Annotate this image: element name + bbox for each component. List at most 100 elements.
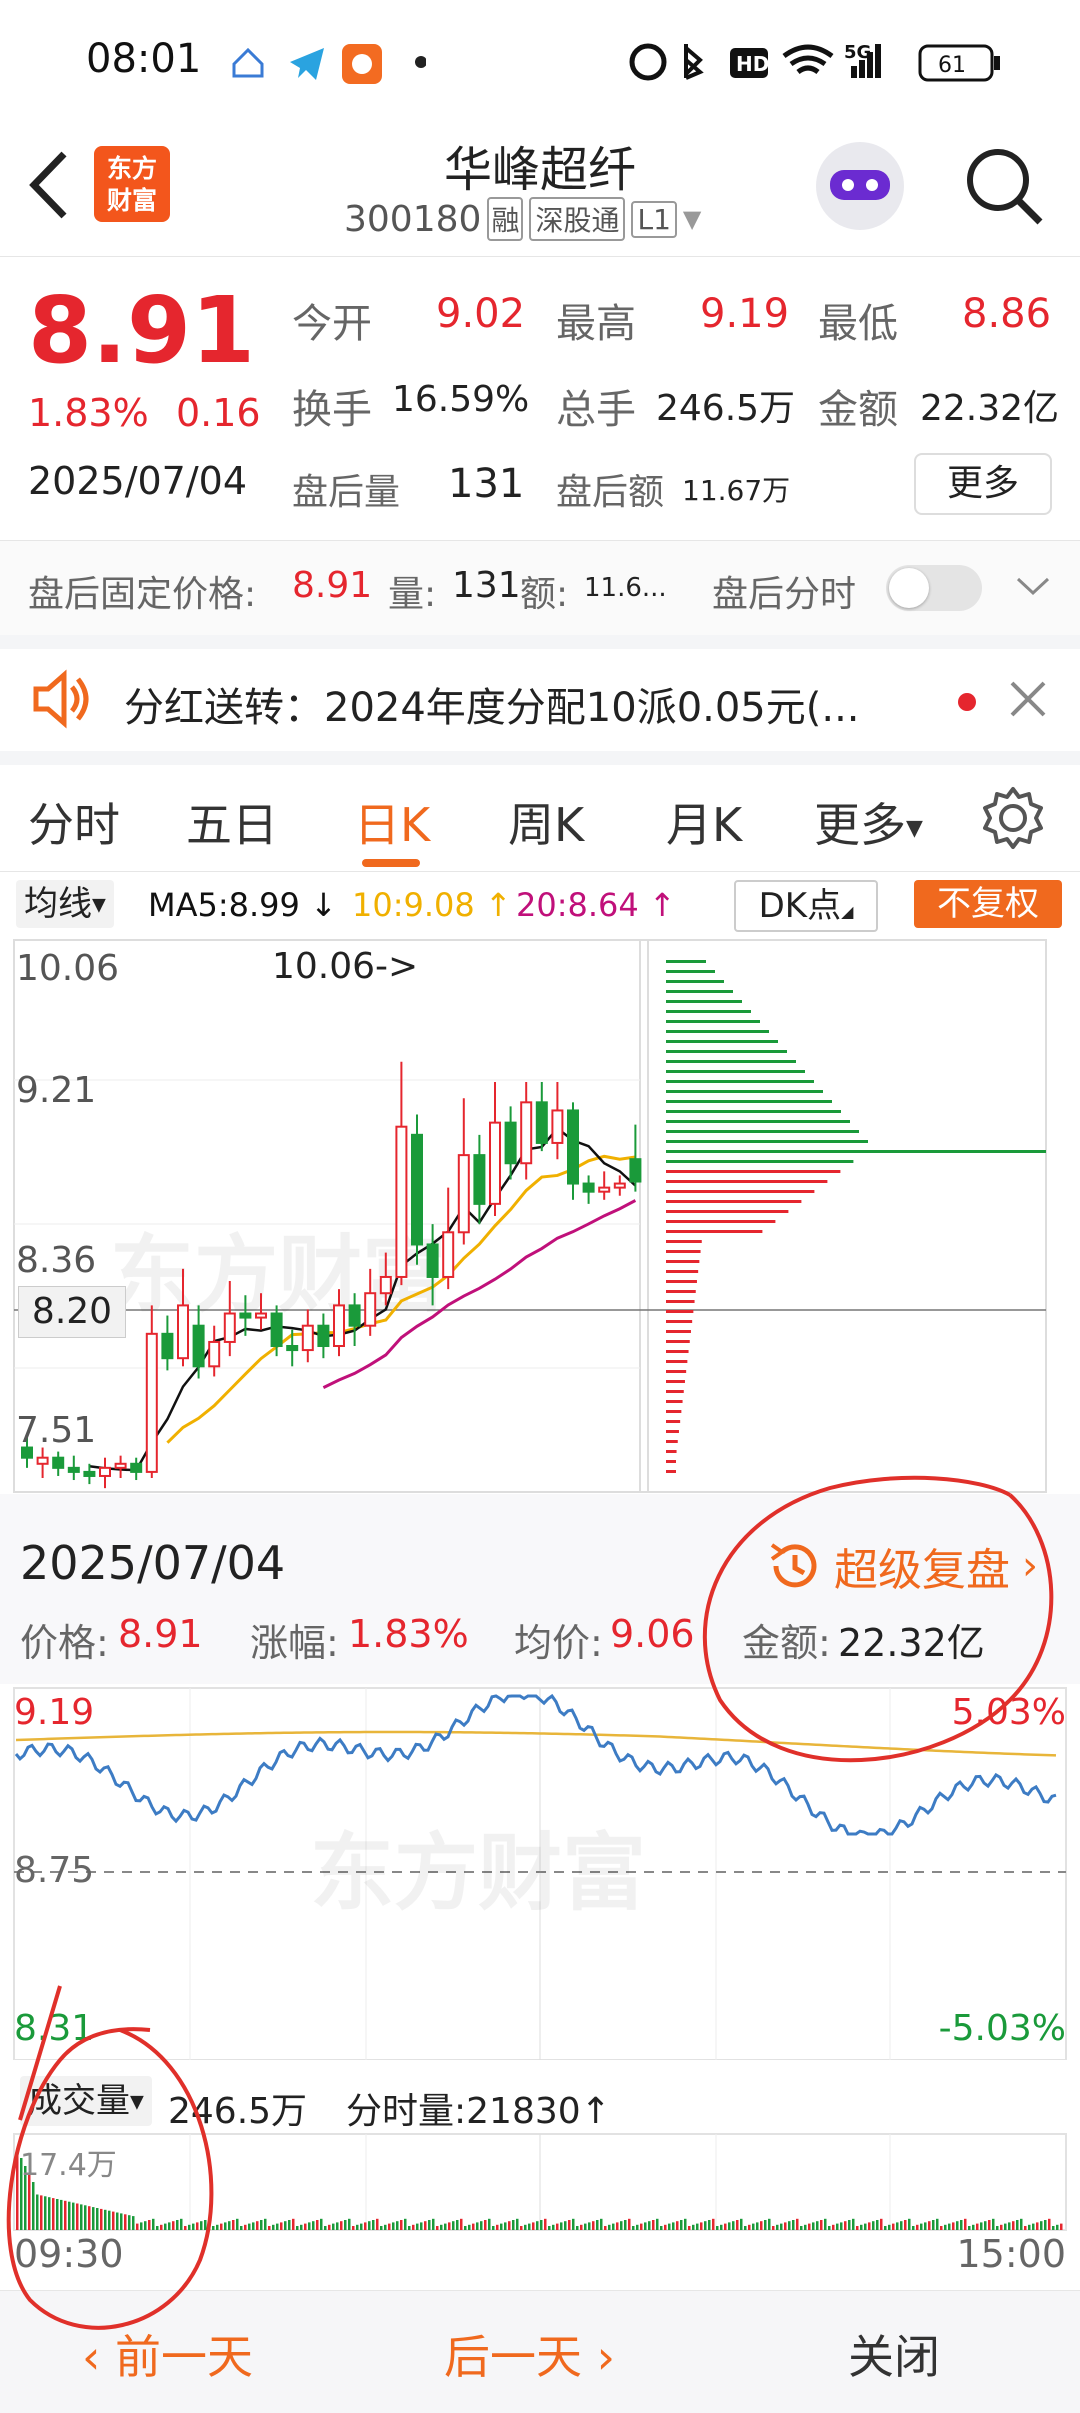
volume-bar (860, 2224, 863, 2230)
candle-body (457, 1154, 470, 1234)
tab-timeshare[interactable]: 分时 (28, 789, 120, 855)
volume-bar (300, 2224, 303, 2230)
volume-bar (996, 2226, 999, 2230)
dk-point-button[interactable]: DK点◢ (734, 880, 878, 932)
volume-bar (804, 2224, 807, 2230)
volume-profile-bar (666, 1160, 854, 1163)
volume-bar (544, 2218, 547, 2230)
volume-bar (940, 2226, 943, 2230)
more-button[interactable]: 更多 (914, 453, 1052, 515)
dividend-notice[interactable]: 分红送转：2024年度分配10派0.05元(... (0, 649, 1080, 751)
volume-bar (416, 2223, 419, 2230)
volume-bar (288, 2220, 291, 2230)
volume-bar (1044, 2220, 1047, 2230)
candle-body (348, 1304, 361, 1327)
super-review-button[interactable]: 超级复盘 › (764, 1534, 1038, 1598)
open-value: 9.02 (436, 291, 526, 337)
volume-profile-bar (666, 1180, 828, 1183)
volume-bar (136, 2223, 139, 2230)
ma10-text: 10:9.08 (352, 886, 475, 924)
volume-bar (616, 2222, 619, 2230)
tab-monthly-k[interactable]: 月K (666, 789, 742, 855)
candle-body (36, 1456, 49, 1465)
volume-bar (944, 2224, 947, 2230)
volume-bar (460, 2218, 463, 2230)
volume-bar (892, 2223, 895, 2230)
volume-profile-bar (666, 1090, 823, 1093)
settings-gear-icon[interactable] (980, 785, 1046, 851)
volume-profile-bar (666, 970, 715, 973)
candle-body (551, 1109, 564, 1144)
search-icon[interactable] (962, 144, 1048, 230)
volume-bar (152, 2218, 155, 2230)
candle-body (223, 1312, 236, 1343)
open-label: 今开 (292, 301, 372, 347)
volume-bar (292, 2218, 295, 2230)
time-end: 15:00 (956, 2232, 1066, 2276)
volume-selector[interactable]: 成交量▼ (20, 2076, 152, 2126)
candle-body (52, 1456, 65, 1469)
robot-assistant-icon[interactable] (810, 136, 910, 236)
close-button[interactable]: 关闭 (848, 2321, 940, 2387)
tab-more[interactable]: 更多▼ (814, 789, 923, 855)
volume-bar (664, 2224, 667, 2230)
tab-weekly-k[interactable]: 周K (508, 789, 584, 855)
volume-bar (704, 2221, 707, 2230)
next-day-button[interactable]: 后一天 › (444, 2321, 615, 2387)
stock-code-row[interactable]: 300180 融 深股通 L1 ▼ (344, 196, 701, 242)
chevron-left-icon: ‹ (82, 2330, 116, 2384)
candle-body (567, 1109, 579, 1185)
after-hours-toggle[interactable] (886, 565, 982, 611)
volume-bar (1000, 2224, 1003, 2230)
chevron-down-icon[interactable] (1016, 575, 1050, 597)
connect-tag: 深股通 (529, 197, 626, 241)
volume-bar (752, 2223, 755, 2230)
candle-body (301, 1324, 314, 1352)
volume-bar (540, 2220, 543, 2230)
tab-five-day[interactable]: 五日 (186, 789, 278, 855)
detail-amount-label: 金额: (742, 1621, 831, 1665)
volume-bar (932, 2220, 935, 2230)
volume-bar (452, 2221, 455, 2230)
volume-bar (528, 2223, 531, 2230)
prev-day-button[interactable]: ‹ 前一天 (82, 2321, 253, 2387)
volume-bar (308, 2222, 311, 2230)
kline-svg: 东方财富 (13, 939, 1047, 1493)
dk-point-label: DK点 (758, 886, 842, 926)
intraday-top-pct: 5.03% (951, 1692, 1066, 1733)
volume-bar (696, 2223, 699, 2230)
volume-bar (364, 2222, 367, 2230)
volume-bar (204, 2220, 207, 2230)
super-review-label: 超级复盘 (834, 1545, 1010, 1596)
volume-profile-bar (666, 1400, 683, 1403)
candle-body (333, 1304, 345, 1348)
tab-more-label: 更多 (814, 798, 906, 852)
volume-profile-bar (666, 1350, 689, 1353)
intraday-low-pct: -5.03% (938, 2008, 1066, 2049)
dot-icon (415, 56, 426, 68)
telegram-icon (290, 48, 324, 80)
volume-bar (508, 2221, 511, 2230)
volume-bar (160, 2224, 163, 2230)
intraday-price-line (14, 1693, 1057, 1836)
ma-selector[interactable]: 均线▼ (16, 880, 114, 928)
volume-profile-bar (666, 1470, 676, 1473)
dropdown-triangle-icon[interactable]: ▼ (683, 205, 701, 233)
volume-bar (1020, 2218, 1023, 2230)
volume-bar (608, 2224, 611, 2230)
volume-bar (836, 2223, 839, 2230)
candle-body (114, 1462, 127, 1469)
volume-profile-bar (666, 1380, 685, 1383)
intraday-chart[interactable]: 东方财富 9.19 5.03% 8.75 8.31 -5.03% (0, 1684, 1080, 2060)
volume-bar (344, 2220, 347, 2230)
tab-daily-k[interactable]: 日K (354, 789, 430, 855)
kline-chart[interactable]: 东方财富 10.06 9.21 8.36 7.51 10.06-> 8.20 (0, 938, 1080, 1494)
volume-bar (848, 2220, 851, 2230)
close-icon[interactable] (1008, 679, 1048, 719)
volume-bar (216, 2224, 219, 2230)
bluetooth-icon (684, 44, 704, 80)
volume-bar (304, 2223, 307, 2230)
no-adjust-button[interactable]: 不复权 (914, 880, 1062, 928)
volume-bar (948, 2223, 951, 2230)
kline-y-label-4: 7.51 (16, 1410, 97, 1451)
